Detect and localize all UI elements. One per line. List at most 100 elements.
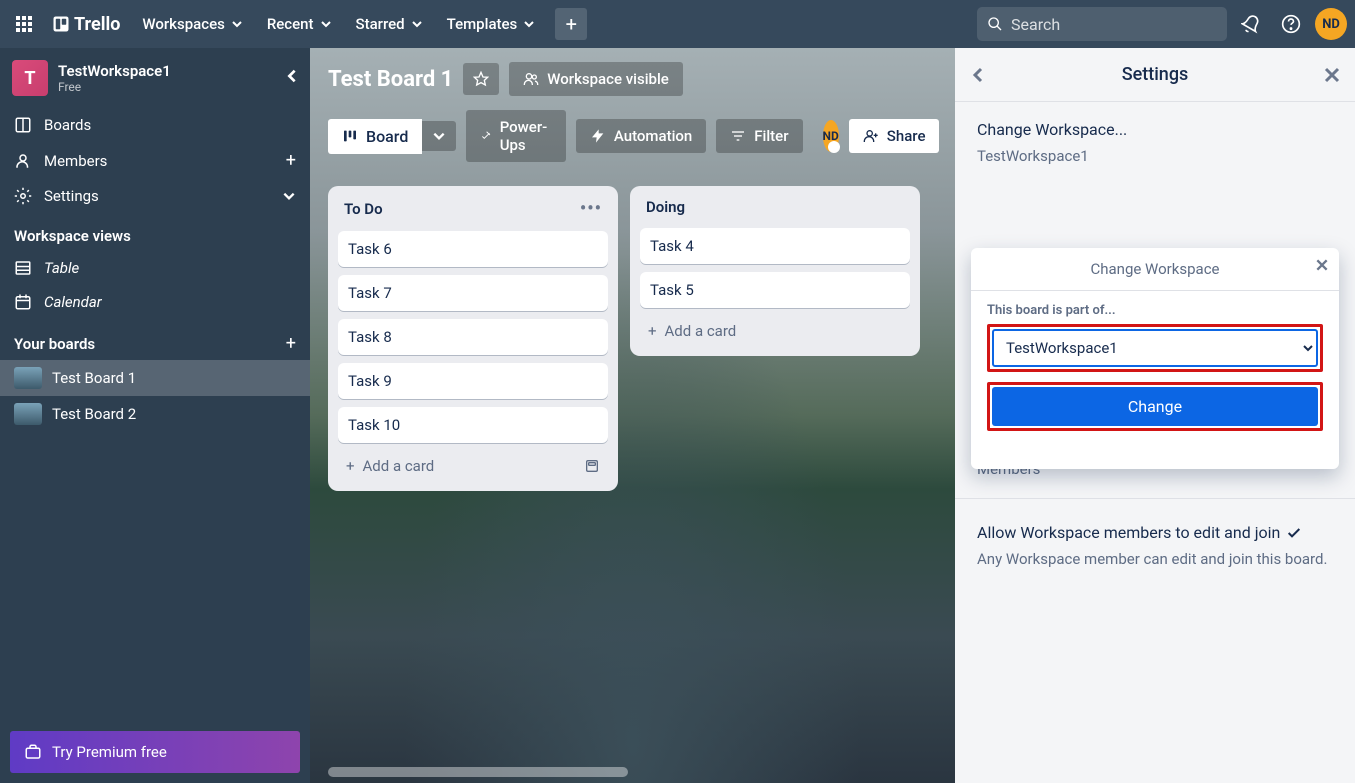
panel-title: Settings: [1122, 64, 1189, 85]
workspace-plan: Free: [58, 80, 171, 94]
apps-grid-icon: [16, 16, 32, 32]
nav-workspaces[interactable]: Workspaces: [132, 9, 252, 39]
try-premium-button[interactable]: Try Premium free: [10, 731, 300, 773]
panel-close-button[interactable]: [1323, 66, 1341, 84]
calendar-icon: [14, 293, 32, 311]
card[interactable]: Task 4: [640, 228, 910, 264]
card[interactable]: Task 7: [338, 275, 608, 311]
view-dropdown-button[interactable]: [422, 121, 456, 151]
popover-header: Change Workspace: [971, 248, 1339, 291]
add-member-button[interactable]: +: [286, 150, 296, 171]
view-board-button[interactable]: Board: [328, 119, 422, 154]
bell-icon: [1241, 14, 1261, 34]
sidebar-item-settings[interactable]: Settings: [0, 179, 310, 213]
current-workspace-value: TestWorkspace1: [977, 143, 1333, 165]
change-workspace-section[interactable]: Change Workspace... TestWorkspace1: [955, 102, 1355, 179]
add-board-button[interactable]: +: [286, 333, 296, 354]
sidebar-item-members[interactable]: Members +: [0, 142, 310, 179]
chevron-down-icon: [523, 18, 535, 30]
panel-back-button[interactable]: [969, 66, 987, 84]
popover-title: Change Workspace: [1090, 260, 1219, 278]
board-thumbnail: [14, 367, 42, 389]
card[interactable]: Task 8: [338, 319, 608, 355]
board-title[interactable]: Test Board 1: [328, 67, 453, 92]
settings-chevron[interactable]: [282, 189, 296, 203]
template-icon: [584, 458, 600, 474]
sidebar-board-item[interactable]: Test Board 1: [0, 360, 310, 396]
user-avatar[interactable]: ND: [1315, 8, 1347, 40]
automation-button[interactable]: Automation: [576, 119, 706, 153]
add-card-button[interactable]: +Add a card: [338, 451, 608, 481]
popover-close-button[interactable]: [1315, 258, 1329, 272]
card[interactable]: Task 6: [338, 231, 608, 267]
view-calendar[interactable]: Calendar: [0, 285, 310, 319]
visibility-button[interactable]: Workspace visible: [509, 62, 683, 96]
search-input[interactable]: Search: [977, 7, 1227, 41]
card[interactable]: Task 5: [640, 272, 910, 308]
chevron-left-icon: [969, 66, 987, 84]
list-menu-button[interactable]: •••: [580, 198, 602, 219]
sidebar-item-boards[interactable]: Boards: [0, 108, 310, 142]
chevron-down-icon: [320, 18, 332, 30]
workspace-header[interactable]: T TestWorkspace1 Free: [0, 48, 310, 108]
chevron-down-icon: [282, 189, 296, 203]
bolt-icon: [590, 128, 606, 144]
board-thumbnail: [14, 403, 42, 425]
change-button[interactable]: Change: [992, 387, 1318, 426]
horizontal-scrollbar[interactable]: [328, 767, 628, 777]
close-icon: [1315, 258, 1329, 272]
trello-logo[interactable]: Trello: [44, 14, 128, 35]
your-boards-heading: Your boards+: [0, 319, 310, 360]
card-template-button[interactable]: [584, 458, 600, 474]
highlight-select: TestWorkspace1: [987, 324, 1323, 372]
people-icon: [523, 71, 539, 87]
list: To Do ••• Task 6 Task 7 Task 8 Task 9 Task 10 +…: [328, 186, 618, 491]
chevron-left-icon: [284, 68, 300, 84]
allow-edit-toggle[interactable]: Allow Workspace members to edit and join: [977, 519, 1333, 546]
create-button[interactable]: +: [555, 8, 587, 40]
board-header: Test Board 1 Workspace visible Board: [310, 48, 955, 176]
share-button[interactable]: Share: [849, 119, 940, 153]
star-board-button[interactable]: [463, 63, 499, 95]
popover-field-label: This board is part of...: [987, 303, 1323, 318]
apps-menu-button[interactable]: [8, 8, 40, 40]
briefcase-icon: [24, 743, 42, 761]
help-button[interactable]: [1275, 8, 1307, 40]
check-icon: [1286, 525, 1302, 541]
list-title[interactable]: Doing: [646, 198, 685, 216]
top-header: Trello Workspaces Recent Starred Templat…: [0, 0, 1355, 48]
search-placeholder: Search: [1011, 15, 1060, 34]
board-member-avatar[interactable]: ND: [823, 120, 839, 152]
workspace-select[interactable]: TestWorkspace1: [992, 329, 1318, 367]
nav-recent[interactable]: Recent: [257, 9, 342, 39]
add-card-button[interactable]: +Add a card: [640, 316, 910, 346]
board-view-switcher[interactable]: Board: [328, 119, 456, 154]
sidebar-collapse-button[interactable]: [284, 68, 300, 84]
members-icon: [14, 152, 32, 170]
gear-icon: [14, 187, 32, 205]
chevron-down-icon: [432, 129, 446, 143]
nav-starred[interactable]: Starred: [346, 9, 433, 39]
workspace-avatar: T: [12, 60, 48, 96]
user-plus-icon: [863, 128, 879, 144]
panel-header: Settings: [955, 48, 1355, 102]
card[interactable]: Task 9: [338, 363, 608, 399]
board-icon: [14, 116, 32, 134]
nav-templates[interactable]: Templates: [437, 9, 546, 39]
allow-edit-description: Any Workspace member can edit and join t…: [977, 546, 1333, 568]
divider: [955, 498, 1355, 499]
view-table[interactable]: Table: [0, 251, 310, 285]
list-title[interactable]: To Do: [344, 200, 383, 218]
filter-button[interactable]: Filter: [716, 119, 802, 153]
board-lists: To Do ••• Task 6 Task 7 Task 8 Task 9 Task 10 +…: [310, 176, 955, 501]
sidebar: T TestWorkspace1 Free Boards Members +: [0, 48, 310, 783]
powerups-button[interactable]: Power-Ups: [466, 110, 566, 162]
list-header: To Do •••: [338, 196, 608, 223]
notifications-button[interactable]: [1235, 8, 1267, 40]
change-workspace-link[interactable]: Change Workspace...: [977, 116, 1333, 143]
board-name-label: Test Board 1: [52, 369, 136, 387]
change-workspace-popover: Change Workspace This board is part of..…: [971, 248, 1339, 469]
sidebar-board-item[interactable]: Test Board 2: [0, 396, 310, 432]
card[interactable]: Task 10: [338, 407, 608, 443]
help-icon: [1281, 14, 1301, 34]
